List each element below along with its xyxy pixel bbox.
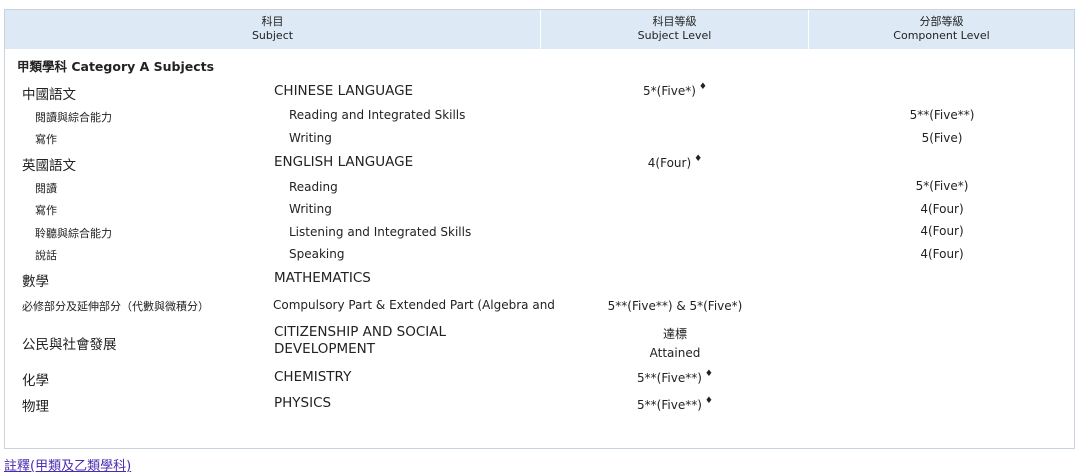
component-level: 4(Four) bbox=[920, 224, 964, 238]
subject-level-value: 5**(Five**) bbox=[637, 371, 702, 385]
component-level: 4(Four) bbox=[920, 202, 964, 216]
component-en: Listening and Integrated Skills bbox=[289, 225, 472, 239]
component-en: Writing bbox=[289, 131, 332, 145]
subject-zh: 中國語文 bbox=[22, 87, 76, 103]
diamond-icon: ♦ bbox=[704, 369, 713, 379]
diamond-icon: ♦ bbox=[704, 396, 713, 406]
subject-zh: 數學 bbox=[22, 274, 49, 290]
subject-zh: 化學 bbox=[22, 373, 49, 389]
subject-en-line2: DEVELOPMENT bbox=[274, 341, 376, 357]
header-subject-en: Subject bbox=[251, 29, 294, 42]
results-panel: 科目 Subject 科目等級 Subject Level 分部等級 Compo… bbox=[4, 9, 1075, 449]
component-zh: 聆聽與綜合能力 bbox=[35, 227, 112, 240]
component-level: 5*(Five*) bbox=[915, 179, 969, 193]
component-level: 4(Four) bbox=[920, 247, 964, 261]
subject-en: CHEMISTRY bbox=[274, 369, 352, 385]
subject-zh: 英國語文 bbox=[22, 158, 76, 174]
subject-en: ENGLISH LANGUAGE bbox=[274, 154, 414, 170]
header-subject-level: 科目等級 Subject Level bbox=[541, 10, 809, 49]
component-zh: 必修部分及延伸部分（代數與微積分） bbox=[22, 300, 209, 313]
subject-level-value: 5*(Five*) bbox=[643, 84, 696, 98]
header-component-level-zh: 分部等級 bbox=[919, 15, 964, 28]
header-subject-level-zh: 科目等級 bbox=[652, 15, 697, 28]
component-en: Speaking bbox=[289, 247, 345, 261]
component-zh: 寫作 bbox=[35, 133, 57, 146]
header-subject-zh: 科目 bbox=[261, 15, 284, 28]
subject-en: PHYSICS bbox=[274, 395, 332, 411]
subject-en-line1: CITIZENSHIP AND SOCIAL bbox=[274, 324, 447, 340]
diamond-icon: ♦ bbox=[694, 154, 703, 164]
subject-en: MATHEMATICS bbox=[274, 270, 371, 286]
component-zh: 閱讀與綜合能力 bbox=[35, 111, 112, 124]
header-subject-level-en: Subject Level bbox=[637, 29, 712, 42]
component-level: 5(Five) bbox=[921, 131, 963, 145]
component-en: Reading and Integrated Skills bbox=[289, 108, 466, 122]
subject-level-zh: 達標 bbox=[662, 327, 687, 341]
subject-level: 5*(Five*) ♦ bbox=[615, 82, 735, 98]
subject-level: 5**(Five**) & 5*(Five*) bbox=[607, 299, 743, 313]
diamond-icon: ♦ bbox=[698, 82, 707, 92]
header-subject: 科目 Subject bbox=[5, 10, 541, 49]
subject-en: CHINESE LANGUAGE bbox=[274, 83, 414, 99]
subject-zh: 物理 bbox=[22, 399, 49, 415]
component-zh: 說話 bbox=[35, 249, 57, 262]
header-component-level-en: Component Level bbox=[893, 29, 990, 42]
header-component-level: 分部等級 Component Level bbox=[809, 10, 1074, 49]
subject-level: 5**(Five**) ♦ bbox=[615, 396, 735, 412]
subject-zh: 公民與社會發展 bbox=[22, 337, 117, 353]
component-zh: 閱讀 bbox=[35, 182, 57, 195]
subject-level-value: 5**(Five**) bbox=[637, 398, 702, 412]
notes-link[interactable]: 註釋(甲類及乙類學科) bbox=[4, 455, 131, 474]
component-zh: 寫作 bbox=[35, 204, 57, 217]
component-en: Writing bbox=[289, 202, 332, 216]
category-a-heading: 甲類學科 Category A Subjects bbox=[17, 59, 215, 74]
subject-level-en: Attained bbox=[649, 346, 701, 360]
subject-level: 4(Four) ♦ bbox=[615, 154, 735, 170]
subject-level-value: 4(Four) bbox=[647, 156, 692, 170]
subject-level: 5**(Five**) ♦ bbox=[615, 369, 735, 385]
component-level: 5**(Five**) bbox=[909, 108, 975, 122]
component-en: Reading bbox=[289, 180, 338, 194]
component-en: Compulsory Part & Extended Part (Algebra… bbox=[273, 298, 555, 312]
